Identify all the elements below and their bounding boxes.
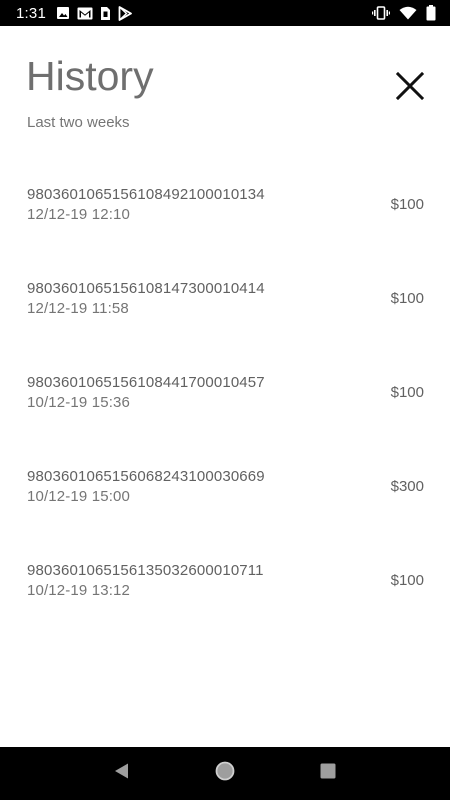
history-item[interactable]: 9803601065156135032600010711 10/12-19 13… (0, 559, 450, 653)
transaction-id: 9803601065156108492100010134 (27, 186, 265, 203)
page-subtitle: Last two weeks (27, 114, 130, 131)
transaction-amount: $100 (390, 572, 424, 589)
transaction-amount: $100 (390, 290, 424, 307)
back-button[interactable] (102, 754, 142, 794)
back-icon (113, 762, 131, 785)
history-list: 9803601065156108492100010134 12/12-19 12… (0, 183, 450, 653)
status-bar: 1:31 (0, 0, 450, 26)
transaction-amount: $100 (390, 384, 424, 401)
transaction-amount: $100 (390, 196, 424, 213)
transaction-id: 9803601065156108147300010414 (27, 280, 265, 297)
transaction-amount: $300 (390, 478, 424, 495)
wifi-icon (399, 6, 417, 20)
transaction-id: 9803601065156135032600010711 (27, 562, 264, 579)
app-screen: 1:31 History Last two weeks 980360106515… (0, 0, 450, 800)
history-item[interactable]: 9803601065156108147300010414 12/12-19 11… (0, 277, 450, 371)
sim-card-icon (100, 6, 111, 21)
transaction-datetime: 10/12-19 13:12 (27, 582, 131, 599)
history-item[interactable]: 9803601065156108492100010134 12/12-19 12… (0, 183, 450, 277)
gmail-icon (77, 7, 93, 20)
home-button[interactable] (205, 754, 245, 794)
transaction-datetime: 10/12-19 15:00 (27, 488, 131, 505)
transaction-id: 9803601065156068243100030669 (27, 468, 265, 485)
history-item[interactable]: 9803601065156108441700010457 10/12-19 15… (0, 371, 450, 465)
page-title: History (26, 53, 154, 99)
notification-icons (56, 5, 132, 21)
close-button[interactable] (392, 70, 428, 106)
transaction-datetime: 10/12-19 15:36 (27, 394, 131, 411)
transaction-id: 9803601065156108441700010457 (27, 374, 265, 391)
transaction-datetime: 12/12-19 12:10 (27, 206, 131, 223)
transaction-datetime: 12/12-19 11:58 (27, 300, 129, 317)
battery-icon (426, 5, 436, 21)
play-store-icon (118, 5, 132, 21)
status-time: 1:31 (16, 4, 46, 22)
vibrate-icon (372, 6, 390, 20)
navigation-bar (0, 747, 450, 800)
image-icon (56, 6, 70, 20)
recents-button[interactable] (308, 754, 348, 794)
recents-icon (320, 763, 336, 784)
home-icon (214, 760, 236, 787)
history-item[interactable]: 9803601065156068243100030669 10/12-19 15… (0, 465, 450, 559)
system-icons (372, 5, 436, 21)
close-icon (395, 71, 425, 105)
